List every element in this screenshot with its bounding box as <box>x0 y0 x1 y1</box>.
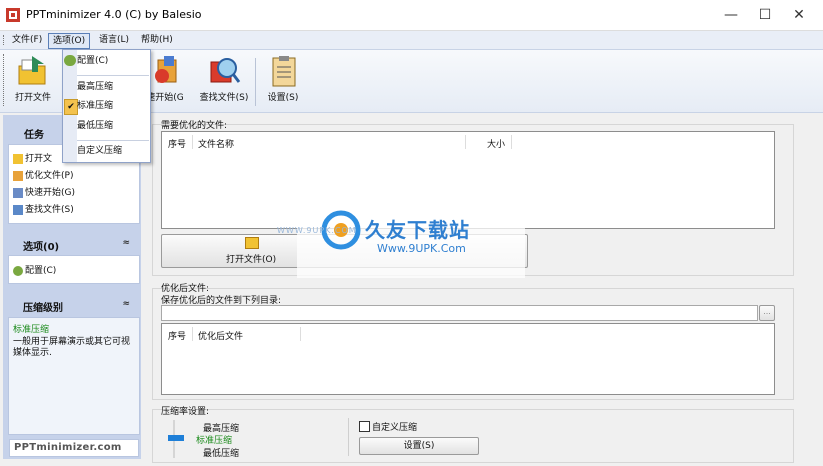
col-optimized-file[interactable]: 优化后文件 <box>198 329 243 342</box>
compression-settings-button[interactable]: 设置(S) <box>359 437 479 455</box>
open-file-button[interactable]: 打开文件 <box>8 52 58 110</box>
search-small-icon <box>13 204 23 215</box>
find-file-button[interactable]: 查找文件(S) <box>199 52 249 110</box>
quick-start-small-icon <box>13 187 23 198</box>
col-index[interactable]: 序号 <box>168 137 186 150</box>
checkmark-icon: ✔ <box>64 99 78 115</box>
gear-icon <box>13 265 23 276</box>
menu-options[interactable]: 选项(O) <box>48 33 91 49</box>
option-config[interactable]: 配置(C) <box>13 263 56 276</box>
open-folder-icon <box>18 56 46 85</box>
minimize-button[interactable]: — <box>714 0 748 30</box>
logo-bar: PPTminimizer.com <box>9 439 139 457</box>
folder-icon <box>13 153 23 164</box>
menu-bar: 文件(F) 选项(O) 语言(L) 帮助(H) <box>0 31 823 50</box>
compression-box: 标准压缩 一般用于屏幕演示或其它可视媒体显示. <box>8 317 140 435</box>
task-open-file[interactable]: 打开文 <box>13 151 52 164</box>
col-divider <box>192 135 193 149</box>
level-lowest: 最低压缩 <box>203 449 240 459</box>
quick-start-icon <box>155 56 177 83</box>
open-folder-small-icon <box>245 237 259 249</box>
col-size[interactable]: 大小 <box>487 137 505 150</box>
section-divider <box>348 418 349 456</box>
output-dir-input[interactable] <box>161 305 758 321</box>
menu-item-config[interactable]: 配置(C) <box>77 51 108 71</box>
settings-clipboard-icon <box>272 56 296 87</box>
output-list[interactable]: 序号 优化后文件 <box>161 323 775 395</box>
settings-button[interactable]: 设置(S) <box>258 52 308 110</box>
window-title: PPTminimizer 4.0 (C) by Balesio <box>26 8 202 21</box>
compression-level-label: 标准压缩 <box>13 325 50 335</box>
options-box: 配置(C) <box>8 255 140 284</box>
title-bar: PPTminimizer 4.0 (C) by Balesio — ☐ ✕ <box>0 0 823 31</box>
task-find-file[interactable]: 查找文件(S) <box>13 202 74 215</box>
collapse-icon[interactable]: ≈ <box>122 299 130 309</box>
custom-compression-label: 自定义压缩 <box>372 423 418 433</box>
files-section-title: 需要优化的文件: <box>161 121 228 131</box>
grip-handle <box>3 35 6 45</box>
watermark-brand: 久友下载站 <box>365 218 470 242</box>
menu-language[interactable]: 语言(L) <box>95 33 133 47</box>
custom-compression-checkbox[interactable] <box>359 421 370 432</box>
maximize-button[interactable]: ☐ <box>748 0 782 30</box>
close-button[interactable]: ✕ <box>782 0 816 30</box>
lightning-icon <box>13 170 23 181</box>
menu-separator <box>77 75 149 76</box>
browse-button[interactable]: ... <box>759 305 775 321</box>
logo-text: PPTminimizer.com <box>14 442 122 453</box>
find-file-icon <box>210 58 241 83</box>
gear-icon <box>64 55 76 66</box>
toolbar-grip <box>3 54 6 106</box>
task-optimize-file[interactable]: 优化文件(P) <box>13 168 73 181</box>
compression-settings-title: 压缩率设置: <box>161 407 210 417</box>
left-panel: 任务 打开文 优化文件(P) 快速开始(G) 查找文件(S) 选项(0) ≈ 配… <box>3 115 141 459</box>
watermark-url: Www.9UPK.Com <box>377 242 466 255</box>
menu-item-lowest[interactable]: 最低压缩 <box>77 116 113 136</box>
menu-help[interactable]: 帮助(H) <box>137 33 177 47</box>
col-divider <box>511 135 512 149</box>
menu-item-standard[interactable]: 标准压缩 <box>77 96 113 116</box>
col-divider <box>192 327 193 341</box>
level-standard: 标准压缩 <box>196 436 233 446</box>
menu-item-highest[interactable]: 最高压缩 <box>77 77 113 97</box>
compression-description: 一般用于屏幕演示或其它可视媒体显示. <box>13 337 131 358</box>
menu-file[interactable]: 文件(F) <box>8 33 46 47</box>
compression-slider[interactable] <box>168 420 186 458</box>
app-icon <box>6 8 20 22</box>
watermark: 久友下载站 Www.9UPK.Com WWW.9UPK.COM <box>277 208 525 278</box>
collapse-icon[interactable]: ≈ <box>122 238 130 248</box>
slider-thumb[interactable] <box>168 435 184 441</box>
col-index[interactable]: 序号 <box>168 329 186 342</box>
col-divider <box>465 135 466 149</box>
watermark-url-small: WWW.9UPK.COM <box>277 226 357 235</box>
compression-header[interactable]: 压缩级别 ≈ <box>8 296 138 314</box>
toolbar-separator <box>255 58 256 106</box>
menu-item-custom[interactable]: 自定义压缩 <box>77 141 122 161</box>
task-quick-start[interactable]: 快速开始(G) <box>13 185 75 198</box>
options-dropdown: 配置(C) 最高压缩 ✔ 标准压缩 最低压缩 自定义压缩 <box>62 49 151 163</box>
col-divider <box>300 327 301 341</box>
options-header[interactable]: 选项(0) ≈ <box>8 235 138 253</box>
col-filename[interactable]: 文件名称 <box>198 137 234 150</box>
